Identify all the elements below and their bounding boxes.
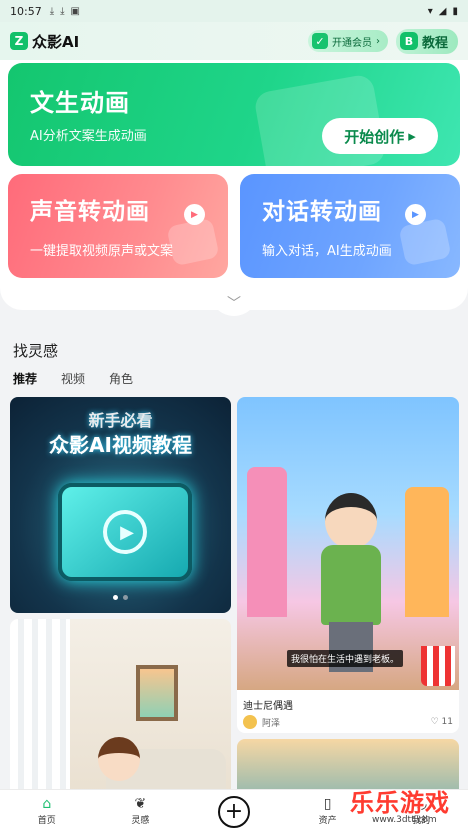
- tutorial-label: 教程: [421, 35, 448, 51]
- tab-inspiration[interactable]: ❦ 灵感: [94, 790, 188, 833]
- battery-icon: ▮: [452, 5, 458, 17]
- curtain-illustration: [10, 619, 70, 809]
- feed-card[interactable]: 我很怕在生活中遇到老板。 迪士尼偶遇 阿泽 ♡ 11: [237, 397, 459, 733]
- card-title: 对话转动画: [262, 199, 382, 225]
- app-logo: Z 众影AI: [10, 31, 79, 52]
- like-button[interactable]: ♡ 11: [431, 717, 453, 727]
- hero-subtitle: AI分析文案生成动画: [30, 129, 147, 144]
- author-name: 阿泽: [262, 718, 281, 729]
- audio-to-animation-card[interactable]: 声音转动画 ▶ 一键提取视频原声或文案: [8, 174, 228, 278]
- watermark-url: www.3dtt.com: [372, 815, 437, 825]
- vip-check-icon: ✓: [311, 33, 328, 49]
- app-icon: ▣: [70, 5, 80, 17]
- signal-icon: ◢: [438, 5, 447, 17]
- tutorial-icon: B: [399, 32, 418, 50]
- download-icon: ⤓: [60, 5, 65, 17]
- like-count: 11: [441, 717, 453, 727]
- banner-title-top: 新手必看: [88, 411, 153, 430]
- carousel-dot: [113, 595, 118, 600]
- carousel-indicator: [10, 595, 231, 600]
- play-icon: ▶: [103, 510, 147, 554]
- play-triangle-icon: ▸: [408, 127, 416, 145]
- tab-home[interactable]: ⌂ 首页: [0, 790, 94, 833]
- filter-character[interactable]: 角色: [109, 370, 133, 387]
- card-title: 声音转动画: [30, 199, 150, 225]
- filter-tabs: 推荐 视频 角色: [13, 370, 133, 387]
- tutorial-banner[interactable]: 新手必看 众影AI视频教程 ▶: [10, 397, 231, 613]
- tab-inspiration-label: 灵感: [131, 816, 150, 826]
- app-name: 众影AI: [32, 32, 80, 51]
- character-head: [325, 493, 377, 549]
- vip-label: 开通会员: [331, 37, 372, 49]
- wifi-icon: ▾: [427, 5, 433, 17]
- feed-card[interactable]: [10, 619, 231, 809]
- logo-icon: Z: [10, 32, 28, 50]
- card-subtitle: 一键提取视频原声或文案: [30, 244, 174, 259]
- leaf-icon: ❦: [134, 796, 147, 812]
- watermark-text: 乐乐游戏: [350, 789, 450, 817]
- download-icon: ⤓: [49, 5, 55, 17]
- feed-card-image: 我很怕在生活中遇到老板。: [237, 397, 459, 690]
- tab-assets-label: 资产: [318, 816, 337, 826]
- heart-icon: ♡: [430, 717, 439, 727]
- hero-title: 文生动画: [30, 89, 130, 117]
- app-header: Z 众影AI ✓ 开通会员 › B 教程: [0, 22, 468, 60]
- home-icon: ⌂: [42, 796, 52, 812]
- tab-home-label: 首页: [37, 816, 56, 826]
- avatar[interactable]: [243, 715, 257, 729]
- tutorial-button[interactable]: B 教程: [395, 28, 458, 54]
- start-create-button[interactable]: 开始创作 ▸: [322, 118, 438, 154]
- dialogue-to-animation-card[interactable]: 对话转动画 ▶ 输入对话，AI生成动画: [240, 174, 460, 278]
- status-bar: 10:57 ⤓ ⤓ ▣ ▾ ◢ ▮: [0, 0, 468, 22]
- castle-illustration: [247, 467, 287, 617]
- castle-illustration: [405, 487, 449, 617]
- plus-icon: +: [217, 795, 250, 828]
- chevron-down-icon: ﹀: [227, 296, 241, 312]
- card-subtitle: 输入对话，AI生成动画: [262, 244, 392, 259]
- filter-video[interactable]: 视频: [61, 370, 85, 387]
- banner-title-main: 众影AI视频教程: [49, 433, 192, 457]
- chat-bubble-icon: [166, 217, 220, 267]
- filter-recommended[interactable]: 推荐: [13, 370, 37, 387]
- banner-title: 新手必看 众影AI视频教程: [10, 409, 231, 457]
- feed-card-title: 迪士尼偶遇: [243, 701, 293, 712]
- status-time: 10:57: [10, 4, 42, 18]
- carousel-dot: [123, 595, 128, 600]
- popcorn-illustration: [421, 646, 455, 686]
- document-icon: ▯: [323, 796, 332, 812]
- site-watermark: 乐乐游戏 www.3dtt.com: [350, 783, 468, 833]
- inspiration-title: 找灵感: [13, 342, 59, 360]
- feed-card-meta: 阿泽 ♡ 11: [243, 715, 453, 729]
- text-to-animation-card[interactable]: 文生动画 AI分析文案生成动画 开始创作 ▸: [8, 63, 460, 166]
- chevron-right-icon: ›: [375, 35, 380, 47]
- video-subtitle: 我很怕在生活中遇到老板。: [287, 650, 404, 667]
- tab-create[interactable]: +: [187, 790, 281, 833]
- start-create-label: 开始创作: [344, 127, 405, 146]
- character-body: [321, 545, 381, 625]
- video-monitor-illustration: ▶: [58, 483, 192, 581]
- character-head: [98, 737, 140, 781]
- collapse-toggle[interactable]: ﹀: [210, 290, 258, 316]
- chat-bubble-icon: [398, 217, 452, 267]
- picture-frame-illustration: [136, 665, 178, 721]
- vip-button[interactable]: ✓ 开通会员 ›: [307, 30, 388, 52]
